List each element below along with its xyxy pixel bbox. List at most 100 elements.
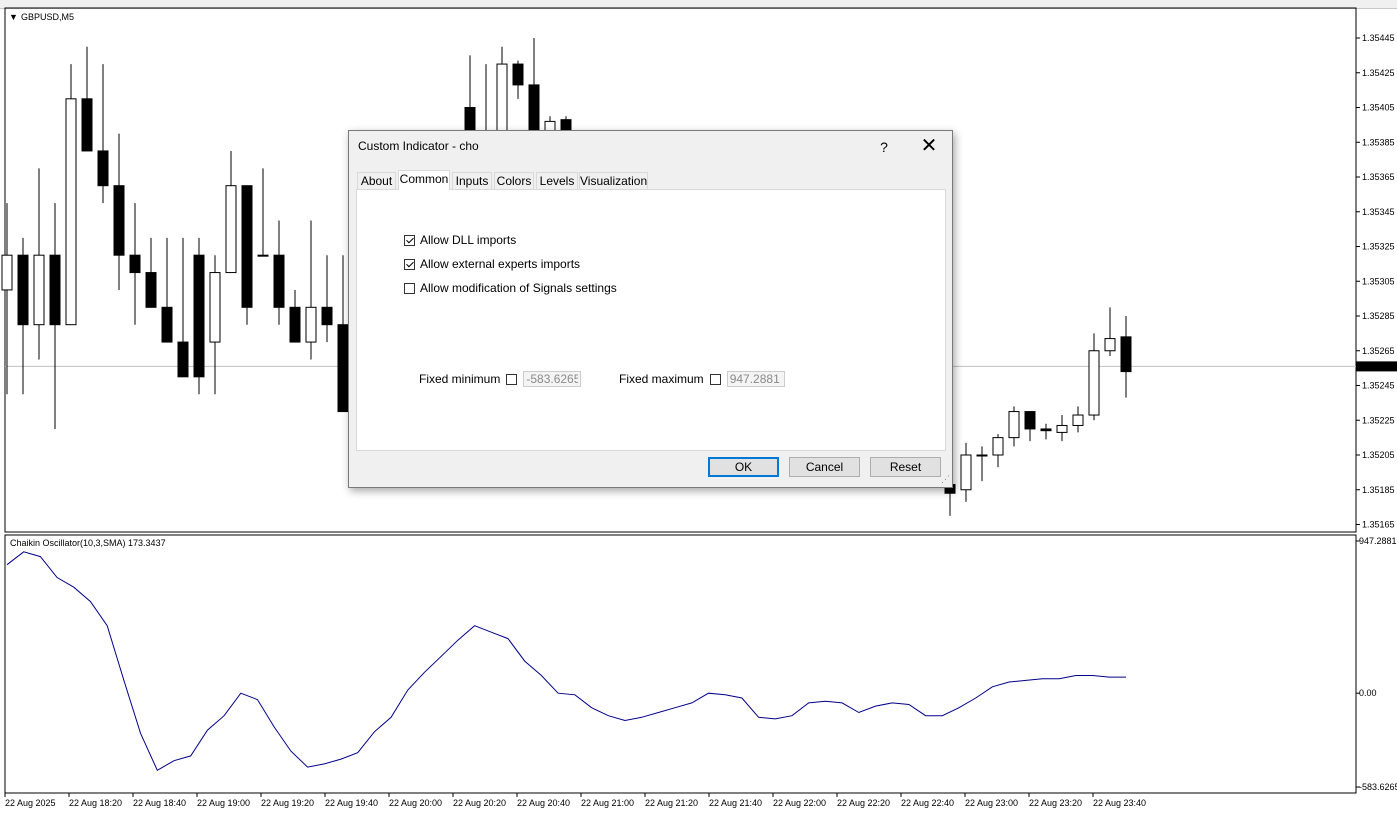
candle	[177, 341, 189, 378]
time-label: 22 Aug 21:00	[581, 798, 634, 808]
candle	[81, 98, 93, 152]
candle	[33, 254, 45, 326]
fixed-minimum-input[interactable]	[523, 371, 582, 387]
candle	[225, 185, 237, 274]
candle	[960, 454, 972, 491]
fixed-minimum-label: Fixed minimum	[419, 372, 501, 386]
allow-external-experts-option[interactable]: Allow external experts imports	[404, 257, 580, 271]
price-label: 1.35205	[1362, 450, 1395, 460]
fixed-maximum-group: Fixed maximum	[619, 370, 785, 388]
price-label: 1.35305	[1362, 276, 1395, 286]
allow-external-experts-checkbox[interactable]	[404, 258, 415, 270]
fixed-maximum-checkbox[interactable]	[709, 373, 721, 385]
time-label: 22 Aug 18:40	[133, 798, 186, 808]
candle	[17, 254, 29, 326]
indicator-scale-label: 947.2881	[1359, 536, 1397, 546]
candle	[97, 150, 109, 187]
time-label: 22 Aug 22:20	[837, 798, 890, 808]
indicator-scale-label: -583.6265	[1359, 782, 1397, 792]
candle	[1120, 336, 1132, 373]
indicator-label: Chaikin Oscillator(10,3,SMA) 173.3437	[10, 538, 166, 548]
help-icon[interactable]: ?	[873, 137, 895, 157]
candle	[257, 254, 269, 257]
time-label: 22 Aug 22:40	[901, 798, 954, 808]
cancel-button[interactable]: Cancel	[789, 457, 860, 477]
time-label: 22 Aug 20:40	[517, 798, 570, 808]
candle	[241, 185, 253, 308]
time-label: 22 Aug 23:00	[965, 798, 1018, 808]
allow-external-experts-label: Allow external experts imports	[420, 257, 581, 271]
allow-dll-imports-checkbox[interactable]	[404, 234, 415, 246]
time-label: 22 Aug 2025	[5, 798, 56, 808]
chart-dropdown-icon: ▼	[9, 12, 18, 22]
candle	[305, 306, 317, 343]
candle	[1072, 414, 1084, 426]
candle	[289, 306, 301, 343]
allow-dll-imports-option[interactable]: Allow DLL imports	[404, 233, 516, 247]
price-label: 1.35185	[1362, 485, 1395, 495]
candle	[1024, 411, 1036, 430]
candle	[1008, 411, 1020, 439]
fixed-minimum-checkbox[interactable]	[506, 373, 518, 385]
ok-button[interactable]: OK	[708, 457, 779, 477]
price-label: 1.35425	[1362, 68, 1395, 78]
candle	[193, 254, 205, 378]
time-label: 22 Aug 18:20	[69, 798, 122, 808]
price-label: 1.35225	[1362, 415, 1395, 425]
time-label: 22 Aug 23:40	[1093, 798, 1146, 808]
close-icon[interactable]: ✕	[917, 135, 941, 157]
candle	[1, 254, 13, 291]
tab-colors[interactable]: Colors	[494, 172, 534, 189]
time-label: 22 Aug 19:40	[325, 798, 378, 808]
candle	[1104, 338, 1116, 352]
fixed-minimum-group: Fixed minimum	[419, 370, 582, 388]
time-label: 22 Aug 23:20	[1029, 798, 1082, 808]
candle	[337, 324, 349, 413]
candle	[129, 254, 141, 274]
candle	[161, 306, 173, 343]
candle	[976, 454, 988, 457]
indicator-scale-label: 0.00	[1359, 688, 1377, 698]
tab-common[interactable]: Common	[398, 170, 450, 190]
fixed-maximum-label: Fixed maximum	[619, 372, 704, 386]
price-label: 1.35405	[1362, 103, 1395, 113]
price-label: 1.35325	[1362, 242, 1395, 252]
price-label: 1.35165	[1362, 520, 1395, 530]
time-label: 22 Aug 21:40	[709, 798, 762, 808]
price-label: 1.35445	[1362, 33, 1395, 43]
candle	[512, 63, 524, 86]
candle	[209, 272, 221, 343]
fixed-maximum-input[interactable]	[726, 371, 785, 387]
tab-about[interactable]: About	[357, 172, 396, 189]
price-label: 1.35365	[1362, 172, 1395, 182]
time-label: 22 Aug 21:20	[645, 798, 698, 808]
tab-visualization[interactable]: Visualization	[579, 172, 648, 189]
custom-indicator-dialog: Custom Indicator - cho ? ✕ About Common …	[348, 130, 953, 488]
allow-dll-imports-label: Allow DLL imports	[420, 233, 517, 247]
candle	[49, 254, 61, 326]
allow-signals-modification-label: Allow modification of Signals settings	[420, 281, 617, 295]
time-label: 22 Aug 20:20	[453, 798, 506, 808]
resize-grip-icon[interactable]: ⋰	[941, 474, 950, 485]
candle	[992, 437, 1004, 456]
candle	[145, 272, 157, 308]
time-label: 22 Aug 19:20	[261, 798, 314, 808]
allow-signals-modification-checkbox[interactable]	[404, 282, 415, 294]
candle	[321, 306, 333, 326]
dialog-title: Custom Indicator - cho	[358, 139, 479, 153]
chaikin-oscillator-line	[6, 551, 1126, 772]
price-label: 1.35345	[1362, 207, 1395, 217]
time-label: 22 Aug 19:00	[197, 798, 250, 808]
price-label: 1.35385	[1362, 137, 1395, 147]
candle	[65, 98, 77, 326]
current-price-label: 1.35256	[1359, 361, 1392, 371]
candle	[273, 254, 285, 308]
tab-inputs[interactable]: Inputs	[452, 172, 492, 189]
price-label: 1.35265	[1362, 346, 1395, 356]
tab-levels[interactable]: Levels	[536, 172, 578, 189]
common-tab-panel: Allow DLL imports Allow external experts…	[356, 189, 946, 451]
candle	[1088, 350, 1100, 416]
allow-signals-modification-option[interactable]: Allow modification of Signals settings	[404, 281, 617, 295]
indicator-pane-frame	[4, 534, 1357, 794]
reset-button[interactable]: Reset	[870, 457, 941, 477]
